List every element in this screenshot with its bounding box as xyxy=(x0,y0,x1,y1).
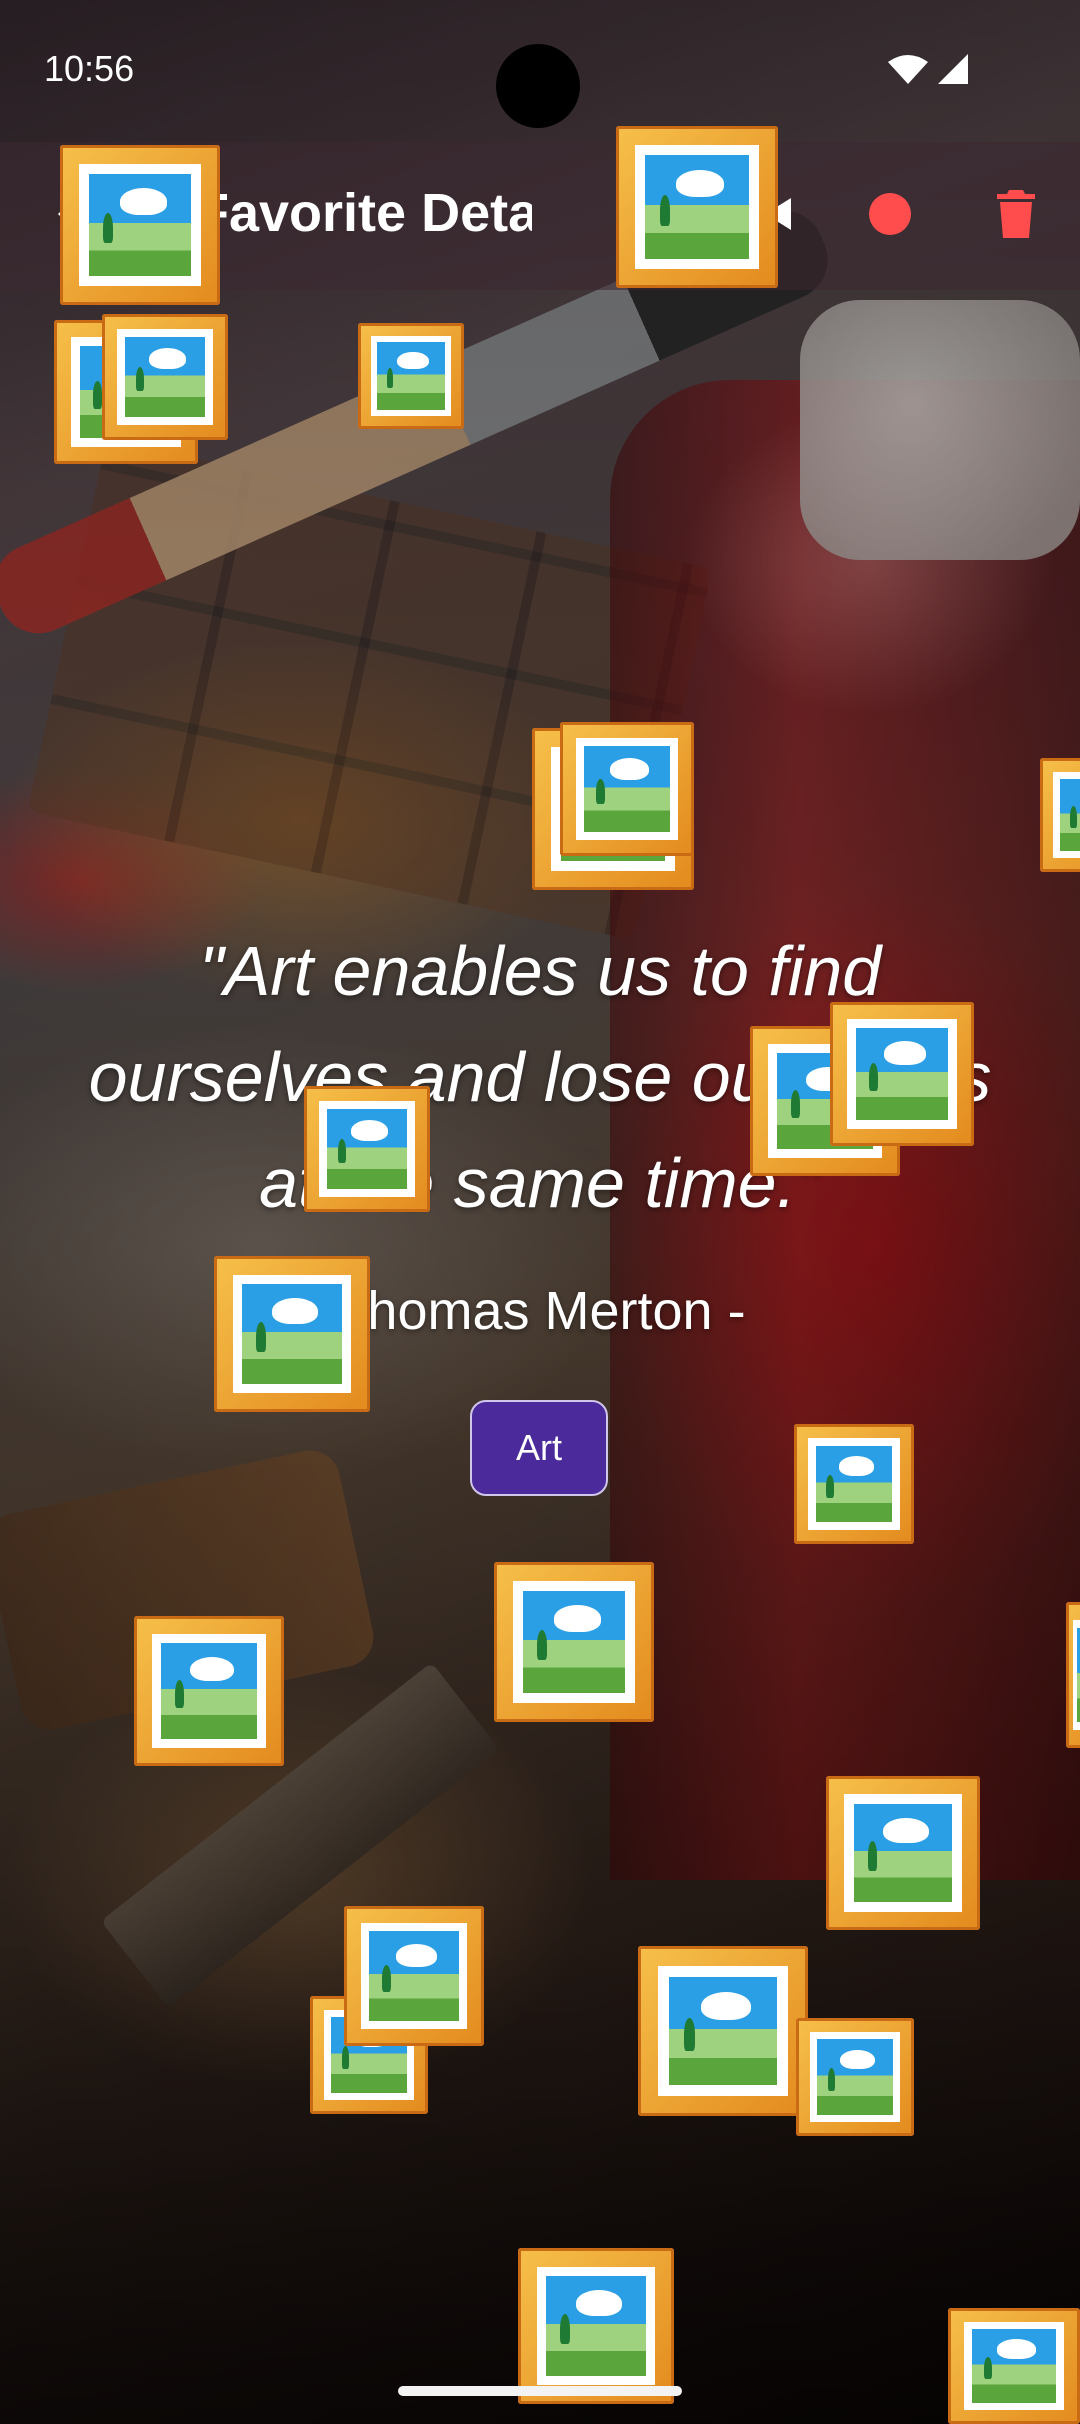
framed-picture-icon xyxy=(616,126,778,288)
framed-picture-icon xyxy=(358,323,464,429)
quote-author: Thomas Merton - xyxy=(334,1281,746,1341)
front-camera xyxy=(496,44,580,128)
framed-picture-icon xyxy=(796,2018,914,2136)
framed-picture-icon xyxy=(638,1946,808,2116)
status-bar: 10:56 xyxy=(0,0,1080,140)
framed-picture-icon xyxy=(214,1256,370,1412)
framed-picture-icon xyxy=(494,1562,654,1722)
framed-picture-icon xyxy=(1066,1602,1080,1748)
framed-picture-icon xyxy=(134,1616,284,1766)
framed-picture-icon xyxy=(1040,758,1080,872)
screen: 10:56 Favorite Details xyxy=(0,0,1080,2424)
record-button[interactable] xyxy=(848,172,932,256)
delete-button[interactable] xyxy=(974,172,1058,256)
wifi-icon xyxy=(888,55,928,84)
framed-picture-icon xyxy=(102,314,228,440)
signal-icon xyxy=(938,54,968,84)
home-gesture-bar[interactable] xyxy=(398,2386,682,2396)
framed-picture-icon xyxy=(344,1906,484,2046)
framed-picture-icon xyxy=(560,722,694,856)
framed-picture-icon xyxy=(304,1086,430,1212)
framed-picture-icon xyxy=(794,1424,914,1544)
framed-picture-icon xyxy=(948,2308,1080,2424)
record-icon xyxy=(869,193,911,235)
framed-picture-icon xyxy=(830,1002,974,1146)
background-bottle-cap xyxy=(800,300,1080,560)
framed-picture-icon xyxy=(60,145,220,305)
page-title: Favorite Details xyxy=(196,183,532,243)
framed-picture-icon xyxy=(518,2248,674,2404)
framed-picture-icon xyxy=(826,1776,980,1930)
status-time: 10:56 xyxy=(44,48,135,89)
delete-icon xyxy=(997,190,1035,238)
category-chip[interactable]: Art xyxy=(470,1400,608,1496)
